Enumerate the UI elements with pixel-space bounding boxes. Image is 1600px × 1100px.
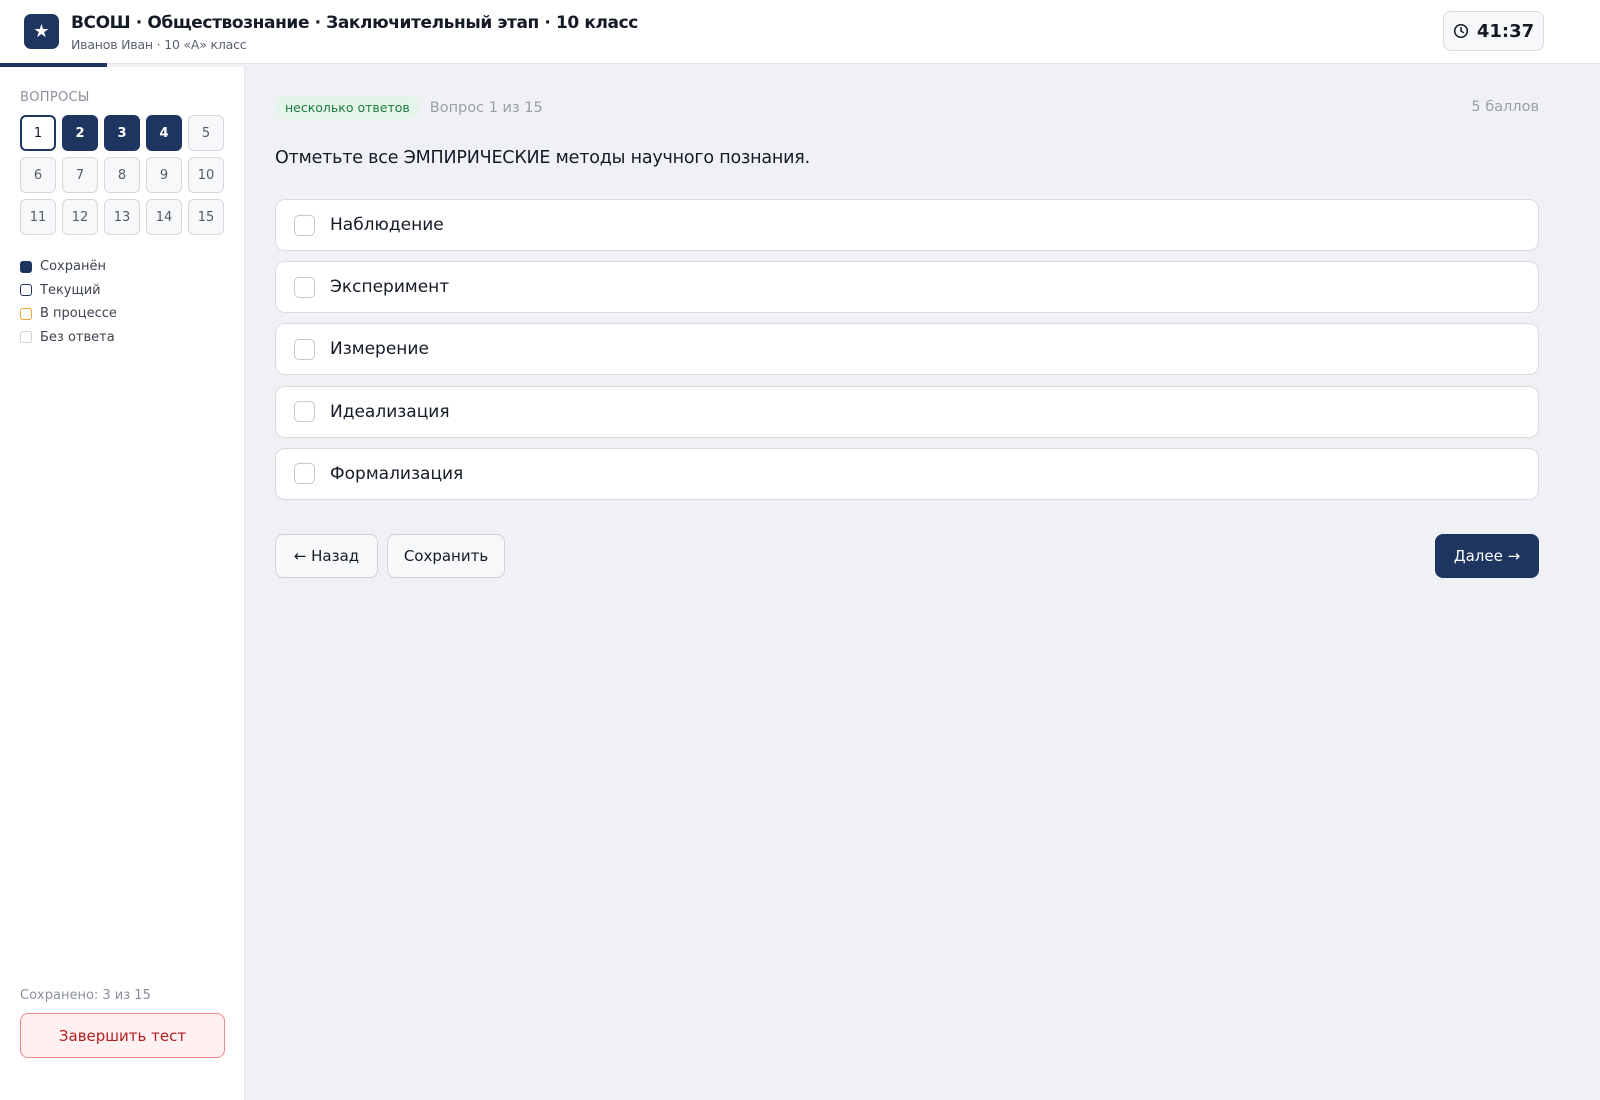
app-header: ★ ВСОШ · Обществознание · Заключительный…	[0, 0, 1600, 64]
clock-icon	[1453, 23, 1468, 39]
option-label: Измерение	[330, 339, 429, 360]
question-button[interactable]: 1	[20, 115, 56, 151]
sidebar: ВОПРОСЫ 1 2 3 4 5 6 7 8 9 10 11 12 13 14…	[0, 67, 245, 1100]
question-button[interactable]: 3	[104, 115, 140, 151]
question-meta: несколько ответов Вопрос 1 из 15	[275, 96, 543, 119]
answer-option[interactable]: Идеализация	[275, 385, 1539, 438]
question-button[interactable]: 6	[20, 157, 56, 193]
question-button[interactable]: 13	[104, 199, 140, 235]
checkbox[interactable]	[294, 276, 315, 298]
legend-item-in-progress: В процессе	[20, 302, 117, 326]
question-button[interactable]: 5	[188, 115, 224, 151]
checkbox[interactable]	[294, 214, 315, 236]
question-button[interactable]: 2	[62, 115, 98, 151]
legend-label: Сохранён	[40, 259, 106, 275]
status-legend: Сохранён Текущий В процессе Без ответа	[20, 255, 117, 349]
save-button[interactable]: Сохранить	[387, 534, 505, 578]
question-button[interactable]: 12	[62, 199, 98, 235]
answer-option[interactable]: Измерение	[275, 323, 1539, 376]
next-button[interactable]: Далее →	[1435, 534, 1539, 578]
answer-option[interactable]: Эксперимент	[275, 261, 1539, 314]
question-button[interactable]: 9	[146, 157, 182, 193]
checkbox[interactable]	[294, 463, 315, 485]
saved-swatch	[20, 260, 32, 273]
question-points: 5 баллов	[1471, 99, 1539, 115]
legend-label: В процессе	[40, 306, 117, 322]
option-label: Наблюдение	[330, 215, 444, 235]
in-progress-swatch	[20, 307, 32, 320]
unanswered-swatch	[20, 331, 32, 344]
legend-label: Без ответа	[40, 329, 115, 345]
question-button[interactable]: 8	[104, 157, 140, 193]
back-button[interactable]: ← Назад	[275, 534, 378, 578]
option-label: Формализация	[330, 463, 464, 484]
checkbox[interactable]	[294, 401, 315, 423]
question-text: Отметьте все ЭМПИРИЧЕСКИЕ методы научног…	[275, 148, 811, 168]
answer-option[interactable]: Наблюдение	[275, 199, 1539, 251]
questions-heading: ВОПРОСЫ	[20, 90, 90, 105]
question-button[interactable]: 14	[146, 199, 182, 235]
question-type-badge: несколько ответов	[275, 96, 420, 119]
timer: 41:37	[1443, 11, 1544, 51]
question-button[interactable]: 15	[188, 199, 224, 235]
option-label: Эксперимент	[330, 277, 450, 298]
legend-item-unanswered: Без ответа	[20, 326, 117, 350]
legend-item-current: Текущий	[20, 279, 117, 303]
question-button[interactable]: 7	[62, 157, 98, 193]
page-title: ВСОШ · Обществознание · Заключительный э…	[71, 13, 638, 33]
question-navigator: 1 2 3 4 5 6 7 8 9 10 11 12 13 14 15	[20, 115, 224, 235]
answer-options: Наблюдение Эксперимент Измерение Идеализ…	[275, 199, 1539, 510]
legend-item-saved: Сохранён	[20, 255, 117, 279]
timer-value: 41:37	[1476, 20, 1535, 42]
student-info: Иванов Иван · 10 «А» класс	[71, 37, 247, 52]
answer-option[interactable]: Формализация	[275, 447, 1539, 500]
question-button[interactable]: 10	[188, 157, 224, 193]
current-swatch	[20, 284, 32, 297]
finish-test-button[interactable]: Завершить тест	[20, 1013, 225, 1058]
star-icon: ★	[24, 14, 59, 49]
question-actions: ← Назад Сохранить Далее →	[275, 534, 1539, 578]
question-button[interactable]: 11	[20, 199, 56, 235]
option-label: Идеализация	[330, 401, 450, 422]
question-number: Вопрос 1 из 15	[429, 99, 543, 116]
saved-count: Сохранено: 3 из 15	[20, 988, 151, 1003]
checkbox[interactable]	[294, 338, 315, 360]
question-button[interactable]: 4	[146, 115, 182, 151]
legend-label: Текущий	[40, 282, 101, 298]
